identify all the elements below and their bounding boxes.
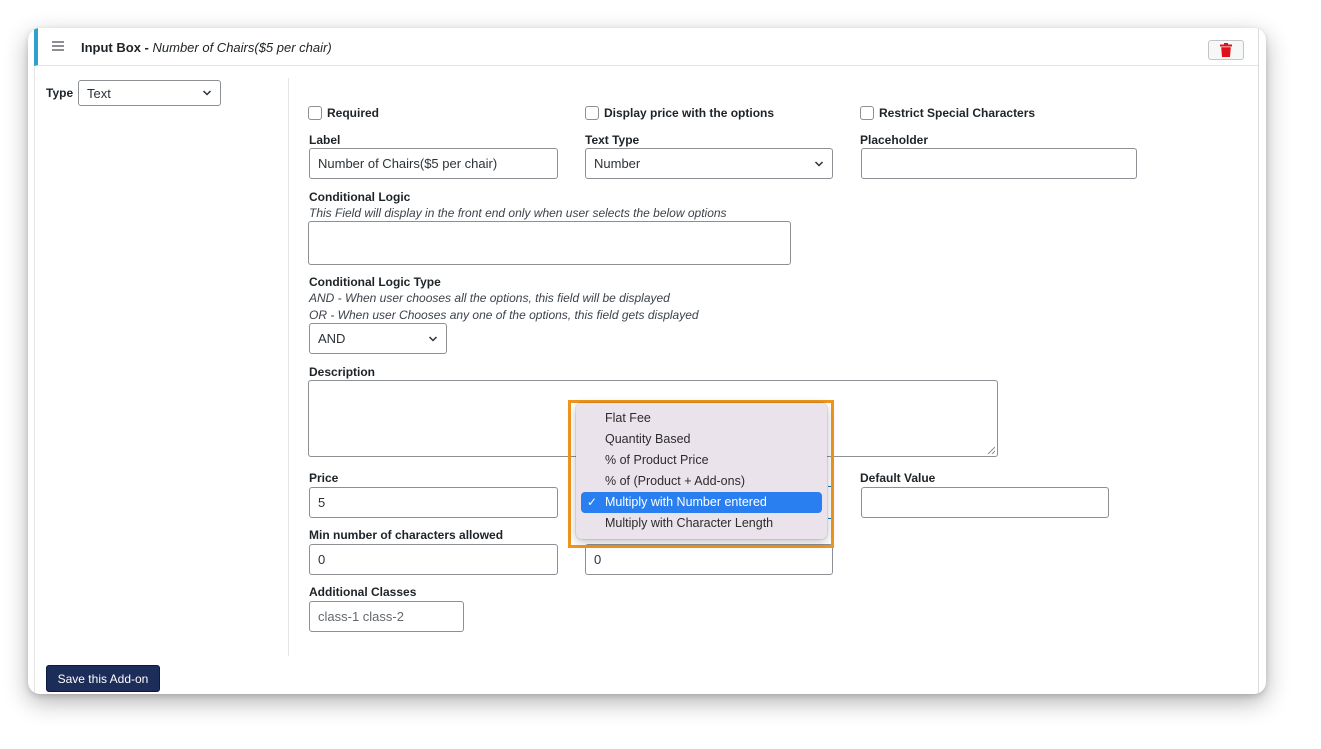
conditional-logic-type-select[interactable]: AND xyxy=(309,323,447,354)
option-label: % of Product Price xyxy=(605,453,709,467)
conditional-logic-or-help: OR - When user Chooses any one of the op… xyxy=(309,308,699,322)
drag-handle-icon[interactable] xyxy=(52,41,64,51)
additional-classes-input[interactable]: class-1 class-2 xyxy=(309,601,464,632)
option-label: % of (Product + Add-ons) xyxy=(605,474,746,488)
display-price-checkbox[interactable] xyxy=(585,106,599,120)
price-label: Price xyxy=(309,471,339,485)
addon-editor-window: Input Box - Number of Chairs($5 per chai… xyxy=(28,28,1266,694)
default-value-label: Default Value xyxy=(860,471,936,485)
conditional-logic-input[interactable] xyxy=(308,221,791,265)
chevron-down-icon xyxy=(202,90,212,96)
restrict-special-checkbox-row[interactable]: Restrict Special Characters xyxy=(860,106,1035,120)
delete-addon-button[interactable] xyxy=(1208,40,1244,60)
label-input[interactable]: Number of Chairs($5 per chair) xyxy=(309,148,558,179)
max-chars-input-value: 0 xyxy=(594,552,602,567)
text-type-value: Number xyxy=(594,156,641,171)
max-chars-input[interactable]: 0 xyxy=(585,544,833,575)
dropdown-option[interactable]: % of (Product + Add-ons) xyxy=(581,471,822,492)
dropdown-option-selected[interactable]: ✓ Multiply with Number entered xyxy=(581,492,822,513)
option-label: Quantity Based xyxy=(605,432,691,446)
option-label: Multiply with Character Length xyxy=(605,516,774,530)
label-input-value: Number of Chairs($5 per chair) xyxy=(318,156,498,171)
placeholder-label: Placeholder xyxy=(860,133,929,147)
default-value-input[interactable] xyxy=(861,487,1109,518)
text-type-label: Text Type xyxy=(585,133,640,147)
trash-icon xyxy=(1220,43,1232,57)
option-label: Flat Fee xyxy=(605,411,651,425)
display-price-label: Display price with the options xyxy=(604,106,775,120)
dropdown-option[interactable]: % of Product Price xyxy=(581,450,822,471)
price-input[interactable]: 5 xyxy=(309,487,558,518)
save-addon-button[interactable]: Save this Add-on xyxy=(46,665,160,692)
type-select[interactable]: Text xyxy=(78,80,221,106)
restrict-special-checkbox[interactable] xyxy=(860,106,874,120)
panel-border xyxy=(34,28,1259,694)
min-chars-input-value: 0 xyxy=(318,552,326,567)
conditional-logic-type-value: AND xyxy=(318,331,346,346)
price-input-value: 5 xyxy=(318,495,326,510)
conditional-logic-type-label: Conditional Logic Type xyxy=(309,275,441,289)
conditional-logic-label: Conditional Logic xyxy=(309,190,411,204)
conditional-logic-help: This Field will display in the front end… xyxy=(309,206,727,220)
additional-classes-label: Additional Classes xyxy=(309,585,417,599)
checkmark-icon: ✓ xyxy=(587,495,598,509)
label-field-label: Label xyxy=(309,133,341,147)
description-label: Description xyxy=(309,365,376,379)
required-checkbox[interactable] xyxy=(308,106,322,120)
dropdown-option[interactable]: Flat Fee xyxy=(581,408,822,429)
left-border xyxy=(34,66,35,694)
text-type-select[interactable]: Number xyxy=(585,148,833,179)
type-select-value: Text xyxy=(87,85,111,101)
addon-name-label: Number of Chairs($5 per chair) xyxy=(152,40,332,55)
conditional-logic-and-help: AND - When user chooses all the options,… xyxy=(309,291,670,305)
required-label: Required xyxy=(327,106,380,120)
chevron-down-icon xyxy=(814,160,824,167)
additional-classes-placeholder: class-1 class-2 xyxy=(318,609,404,624)
required-checkbox-row[interactable]: Required xyxy=(308,106,379,120)
chevron-down-icon xyxy=(428,335,438,342)
column-divider xyxy=(288,78,289,656)
resize-grip-icon[interactable] xyxy=(987,446,995,454)
price-type-dropdown[interactable]: Flat Fee Quantity Based % of Product Pri… xyxy=(576,403,827,539)
min-chars-input[interactable]: 0 xyxy=(309,544,558,575)
option-label: Multiply with Number entered xyxy=(605,495,767,509)
display-price-checkbox-row[interactable]: Display price with the options xyxy=(585,106,774,120)
addon-title: Input Box - Number of Chairs($5 per chai… xyxy=(81,40,332,55)
restrict-special-label: Restrict Special Characters xyxy=(879,106,1036,120)
placeholder-input[interactable] xyxy=(861,148,1137,179)
type-label: Type xyxy=(46,86,74,100)
dropdown-option[interactable]: Multiply with Character Length xyxy=(581,513,822,534)
dropdown-option[interactable]: Quantity Based xyxy=(581,429,822,450)
addon-type-label: Input Box - xyxy=(81,40,153,55)
min-chars-label: Min number of characters allowed xyxy=(309,528,504,542)
